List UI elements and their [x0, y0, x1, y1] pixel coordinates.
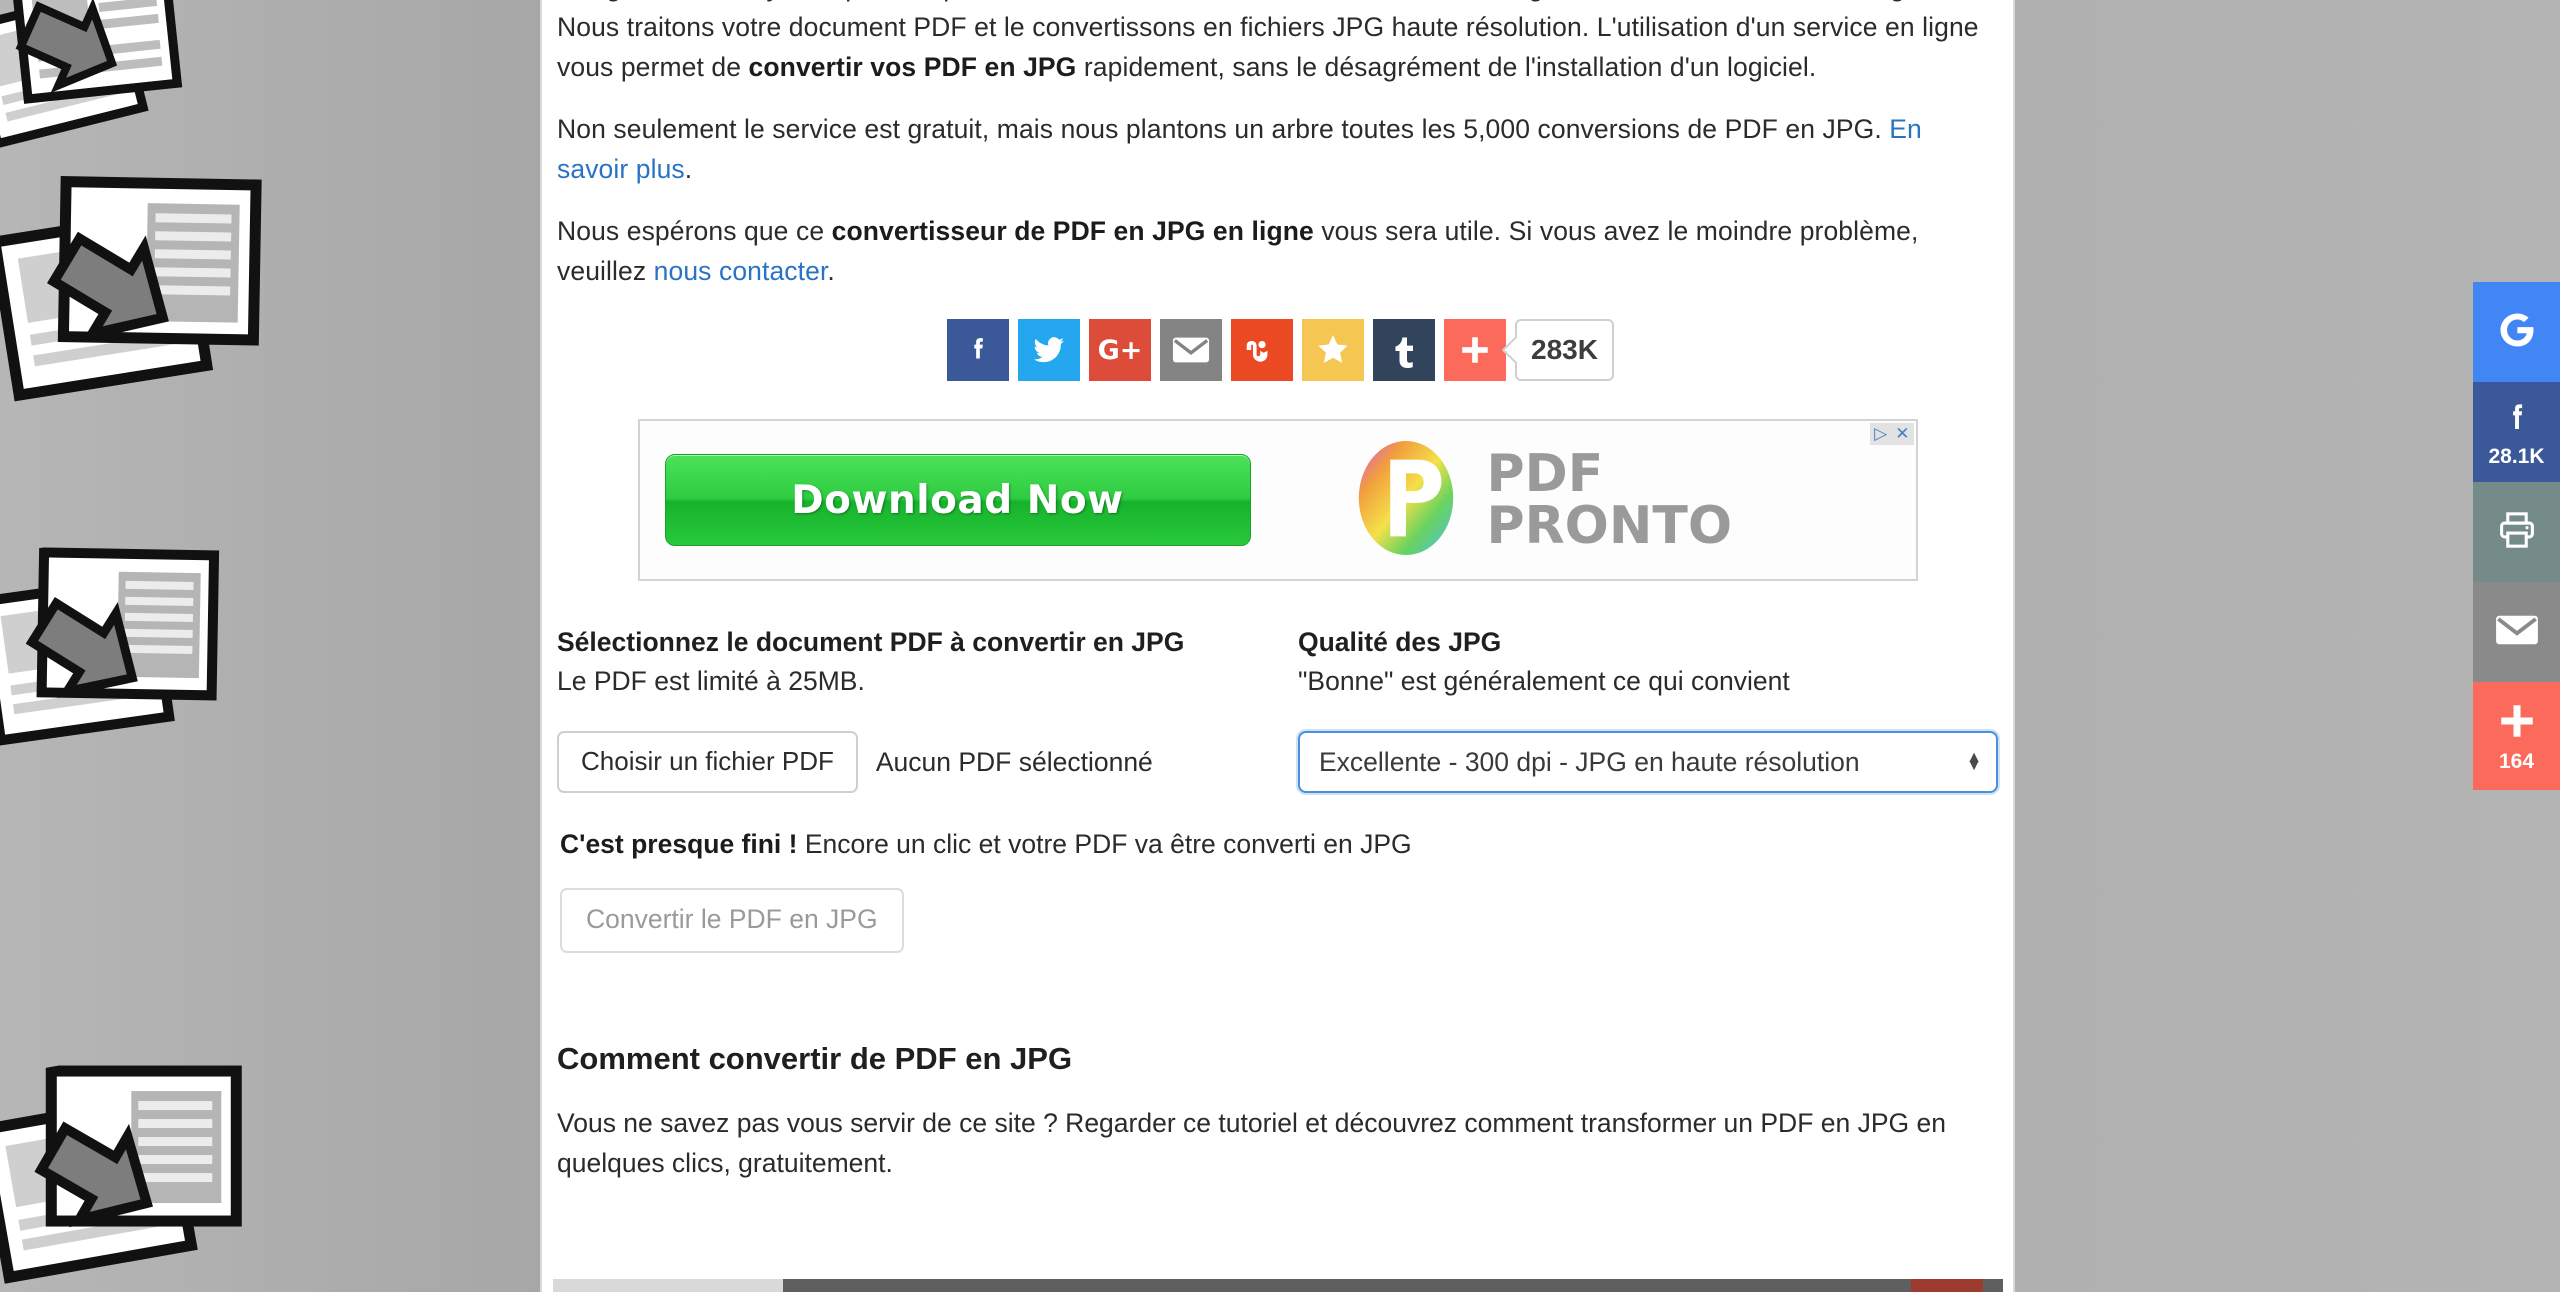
hope-text-a: Nous espérons que ce	[557, 216, 832, 246]
file-column: Sélectionnez le document PDF à convertir…	[557, 623, 1298, 793]
float-share-print[interactable]	[2473, 482, 2560, 582]
video-logo-area[interactable]	[1911, 1279, 1983, 1292]
tree-paragraph: Non seulement le service est gratuit, ma…	[554, 109, 2001, 189]
floating-share-bar: 28.1K 164	[2473, 282, 2560, 790]
share-favorite-button[interactable]	[1302, 319, 1365, 381]
file-section-subtitle: Le PDF est limité à 25MB.	[557, 666, 865, 696]
float-share-more[interactable]: 164	[2473, 682, 2560, 790]
intro-clipped-line: en ligne est le moyen le plus simple de …	[557, 0, 1871, 2]
share-facebook-button[interactable]	[947, 319, 1010, 381]
share-google-plus-button[interactable]: G+	[1089, 319, 1152, 381]
star-icon	[1314, 332, 1352, 368]
envelope-icon	[2495, 613, 2539, 652]
almost-done-rest: Encore un clic et votre PDF va être conv…	[797, 829, 1412, 859]
google-plus-icon: G+	[1097, 334, 1143, 366]
convert-button[interactable]: Convertir le PDF en JPG	[560, 888, 904, 953]
ad-download-button[interactable]: Download Now	[664, 454, 1251, 546]
printer-icon	[2496, 510, 2538, 555]
background-document-icon	[0, 143, 308, 447]
intro-bold: convertir vos PDF en JPG	[748, 52, 1077, 82]
page-root: en ligne est le moyen le plus simple de …	[0, 0, 2560, 1292]
quality-section-subtitle: "Bonne" est généralement ce qui convient	[1298, 666, 1790, 696]
video-player-top-edge[interactable]	[553, 1274, 2003, 1292]
adchoices-controls[interactable]: ▷ ✕	[1870, 423, 1914, 445]
file-section-title: Sélectionnez le document PDF à convertir…	[557, 627, 1185, 657]
float-share-email[interactable]	[2473, 582, 2560, 682]
quality-column: Qualité des JPG "Bonne" est généralement…	[1298, 623, 1998, 793]
ad-close-icon[interactable]: ✕	[1891, 424, 1913, 444]
share-stumbleupon-button[interactable]	[1231, 319, 1294, 381]
almost-done-text: C'est presque fini ! Encore un clic et v…	[557, 829, 1998, 860]
adchoices-icon[interactable]: ▷	[1870, 424, 1891, 444]
twitter-icon	[1031, 332, 1067, 368]
ad-brand-text: PDF PRONTO	[1487, 448, 1733, 552]
envelope-icon	[1172, 335, 1210, 365]
share-twitter-button[interactable]	[1018, 319, 1081, 381]
share-count-badge[interactable]: 283K	[1515, 319, 1614, 381]
intro-paragraph: en ligne est le moyen le plus simple de …	[554, 0, 2001, 87]
hope-paragraph: Nous espérons que ce convertisseur de PD…	[554, 211, 2001, 291]
ad-download-label: Download Now	[791, 477, 1124, 523]
share-more-button[interactable]	[1444, 319, 1507, 381]
float-facebook-count: 28.1K	[2488, 445, 2545, 468]
quality-select-value: Excellente - 300 dpi - JPG en haute réso…	[1319, 746, 1860, 777]
how-to-paragraph: Vous ne savez pas vous servir de ce site…	[557, 1108, 1946, 1178]
video-progress[interactable]	[553, 1279, 783, 1292]
conversion-form: Sélectionnez le document PDF à convertir…	[554, 623, 2001, 953]
plus-icon	[2496, 700, 2538, 747]
share-count-value: 283K	[1531, 334, 1598, 365]
ad-brand-line2: PRONTO	[1486, 496, 1733, 556]
background-document-icon	[0, 523, 250, 787]
how-to-heading: Comment convertir de PDF en JPG	[557, 1041, 1073, 1076]
background-document-icon	[0, 1031, 300, 1292]
stumbleupon-icon	[1244, 335, 1280, 365]
file-status-label: Aucun PDF sélectionné	[875, 746, 1153, 777]
video-control-bar[interactable]	[553, 1279, 2003, 1292]
hope-bold: convertisseur de PDF en JPG en ligne	[831, 216, 1314, 246]
tumblr-icon	[1391, 332, 1417, 368]
facebook-icon	[961, 333, 995, 367]
almost-done-bold: C'est presque fini !	[560, 829, 798, 859]
ad-brand-line1: PDF	[1486, 444, 1604, 504]
ad-banner[interactable]: Download Now PDF PRONTO ▷ ✕	[637, 419, 1918, 581]
tree-text-end: .	[684, 154, 693, 184]
contact-link[interactable]: nous contacter	[654, 256, 828, 286]
share-email-button[interactable]	[1160, 319, 1223, 381]
float-more-count: 164	[2498, 750, 2535, 773]
page-content: en ligne est le moyen le plus simple de …	[540, 0, 2015, 1292]
share-tumblr-button[interactable]	[1373, 319, 1436, 381]
ad-brand: PDF PRONTO	[1347, 438, 1733, 563]
tree-text: Non seulement le service est gratuit, ma…	[557, 114, 1890, 144]
quality-select[interactable]: Excellente - 300 dpi - JPG en haute réso…	[1298, 731, 1998, 793]
float-share-google[interactable]	[2473, 282, 2560, 382]
plus-icon	[1458, 333, 1492, 367]
choose-file-button[interactable]: Choisir un fichier PDF	[557, 731, 858, 793]
quality-section-title: Qualité des JPG	[1298, 627, 1502, 657]
social-share-row: G+ 283K	[554, 319, 2001, 381]
google-icon	[2495, 308, 2539, 357]
select-stepper-icon[interactable]: ▲ ▼	[1966, 750, 1982, 774]
intro-text-b: rapidement, sans le désagrément de l'ins…	[1076, 52, 1817, 82]
facebook-icon	[2499, 397, 2535, 442]
hope-text-c: .	[827, 256, 835, 286]
float-share-facebook[interactable]: 28.1K	[2473, 382, 2560, 482]
pdf-pronto-logo-icon	[1347, 438, 1465, 563]
